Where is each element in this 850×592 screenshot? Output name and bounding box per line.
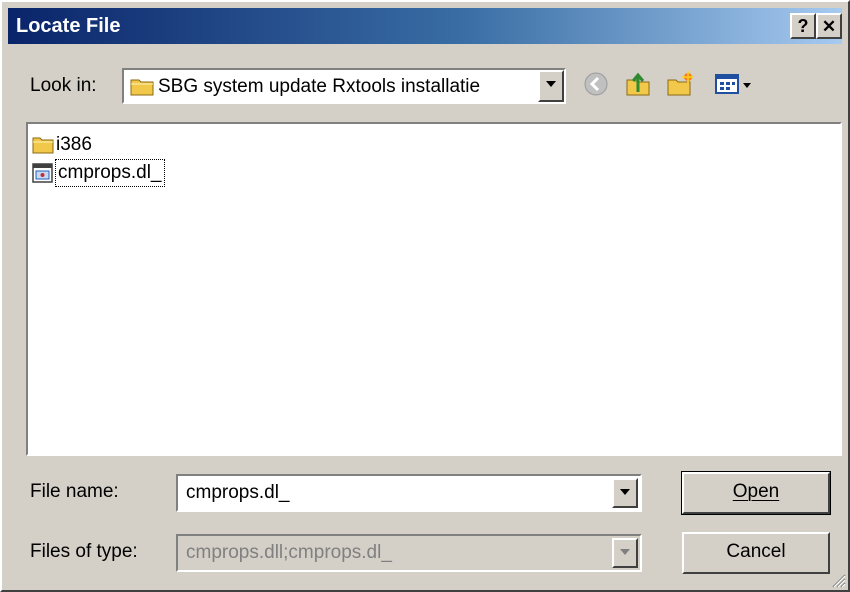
files-of-type-combo: cmprops.dll;cmprops.dl_ — [176, 534, 642, 572]
file-name-text: cmprops.dl_ — [55, 159, 165, 187]
folder-icon — [130, 79, 154, 96]
files-of-type-label: Files of type: — [30, 541, 138, 562]
window-title: Locate File — [16, 15, 121, 37]
view-menu-icon[interactable] — [714, 70, 754, 98]
help-icon: ? — [797, 16, 809, 36]
file-name-label: File name: — [30, 481, 119, 502]
chevron-down-icon — [546, 81, 556, 87]
chevron-down-icon — [620, 549, 630, 555]
file-name-combo[interactable]: cmprops.dl_ — [176, 474, 642, 512]
close-icon: ✕ — [821, 17, 837, 36]
title-bar[interactable]: Locate File ? ✕ — [8, 8, 842, 44]
back-arrow-icon[interactable] — [582, 70, 610, 98]
help-button[interactable]: ? — [790, 13, 816, 39]
look-in-combo[interactable]: SBG system update Rxtools installatie — [122, 68, 566, 104]
open-button[interactable]: Open — [681, 471, 831, 515]
files-of-type-value: cmprops.dll;cmprops.dl_ — [186, 542, 392, 563]
file-list[interactable]: i386 cmprops.dl_ — [26, 122, 842, 456]
chevron-down-icon — [620, 489, 630, 495]
look-in-label: Look in: — [30, 75, 97, 96]
dll-file-icon — [32, 163, 53, 183]
close-button[interactable]: ✕ — [816, 13, 842, 39]
file-name-text: i386 — [56, 134, 92, 155]
file-name-dropdown-button[interactable] — [612, 478, 638, 508]
look-in-value: SBG system update Rxtools installatie — [158, 76, 481, 97]
up-folder-icon[interactable] — [624, 70, 652, 98]
look-in-dropdown-button[interactable] — [538, 70, 564, 102]
new-folder-icon[interactable] — [666, 70, 694, 98]
folder-icon — [32, 137, 54, 154]
files-of-type-dropdown-button — [612, 538, 638, 568]
locate-file-dialog: Locate File ? ✕ Look in: SBG system upda… — [0, 0, 850, 592]
file-name-input[interactable]: cmprops.dl_ — [186, 478, 596, 508]
cancel-button[interactable]: Cancel — [682, 532, 830, 574]
resize-grip-icon[interactable] — [830, 572, 846, 588]
